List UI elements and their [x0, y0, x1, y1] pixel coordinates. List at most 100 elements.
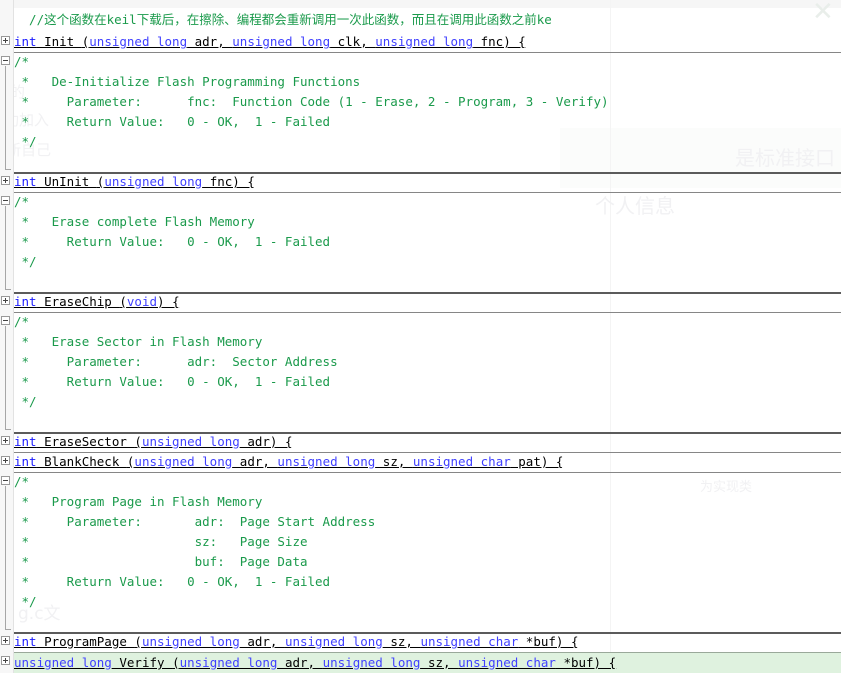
code-line-text: int UnInit (unsigned long fnc) { — [14, 174, 255, 189]
code-line-text: */ — [14, 594, 37, 609]
code-line-text: //这个函数在keil下载后，在擦除、编程都会重新调用一次此函数，而且在调用此函… — [14, 12, 552, 27]
code-token: Init — [36, 34, 82, 49]
code-line[interactable]: * Erase complete Flash Memory — [14, 212, 841, 232]
code-line[interactable]: * Return Value: 0 - OK, 1 - Failed — [14, 232, 841, 252]
code-line-text: */ — [14, 134, 37, 149]
code-token: * Erase Sector in Flash Memory — [14, 334, 263, 349]
code-token: pat) { — [510, 454, 564, 469]
code-line-text: * Return Value: 0 - OK, 1 - Failed — [14, 574, 331, 589]
code-token: UnInit — [36, 174, 97, 189]
code-token: * Return Value: 0 - OK, 1 - Failed — [14, 114, 331, 129]
code-token: unsigned long — [322, 655, 421, 670]
code-line[interactable]: */ — [14, 132, 841, 152]
fold-toggle-comment-2[interactable] — [1, 196, 10, 205]
code-line[interactable]: int BlankCheck (unsigned long adr, unsig… — [14, 452, 841, 473]
code-token: int — [14, 454, 37, 469]
code-token: * sz: Page Size — [14, 534, 308, 549]
code-line-text: * Program Page in Flash Memory — [14, 494, 263, 509]
code-line[interactable] — [14, 412, 841, 434]
code-token: clk, — [330, 34, 376, 49]
code-line-text: * Erase Sector in Flash Memory — [14, 334, 263, 349]
code-line-text: * buf: Page Data — [14, 554, 308, 569]
code-line[interactable]: * Erase Sector in Flash Memory — [14, 332, 841, 352]
code-token: adr, — [232, 454, 278, 469]
code-line[interactable]: */ — [14, 392, 841, 412]
code-token: * Erase complete Flash Memory — [14, 214, 255, 229]
code-token: unsigned char — [458, 655, 556, 670]
code-token: ) { — [157, 294, 180, 309]
fold-toggle-comment-4[interactable] — [1, 476, 10, 485]
fold-toggle-blankcheck[interactable] — [1, 456, 10, 465]
code-line[interactable]: int EraseChip (void) { — [14, 292, 841, 313]
code-line[interactable]: * Parameter: adr: Sector Address — [14, 352, 841, 372]
code-line-text: int BlankCheck (unsigned long adr, unsig… — [14, 454, 563, 469]
code-token: ( — [134, 434, 142, 449]
code-line[interactable]: /* — [14, 472, 841, 492]
folding-gutter[interactable] — [0, 0, 14, 673]
code-line-text: /* — [14, 194, 29, 209]
code-token: sz, — [375, 454, 413, 469]
fold-bracket-0 — [5, 66, 11, 170]
code-token: * Return Value: 0 - OK, 1 - Failed — [14, 374, 331, 389]
code-line[interactable]: */ — [14, 252, 841, 272]
code-line[interactable]: int ProgramPage (unsigned long adr, unsi… — [14, 632, 841, 653]
code-line[interactable] — [14, 152, 841, 174]
fold-toggle-comment-1[interactable] — [1, 56, 10, 65]
code-line[interactable]: /* — [14, 52, 841, 72]
code-token: * Program Page in Flash Memory — [14, 494, 263, 509]
fold-toggle-init[interactable] — [1, 36, 10, 45]
code-editor-window[interactable]: ✕ 是标准接口 个人信息 g.c文 为实现类的功加入 新自己 //这个函数在keil下载… — [0, 0, 841, 673]
code-token: EraseChip — [36, 294, 120, 309]
code-token: unsigned char — [420, 634, 519, 649]
code-line[interactable]: * buf: Page Data — [14, 552, 841, 572]
code-line-text: * Return Value: 0 - OK, 1 - Failed — [14, 374, 331, 389]
fold-toggle-programpage[interactable] — [1, 636, 10, 645]
code-token: * buf: Page Data — [14, 554, 308, 569]
code-line[interactable]: int EraseSector (unsigned long adr) { — [14, 432, 841, 453]
code-token: int — [14, 174, 37, 189]
code-token: ProgramPage — [36, 634, 135, 649]
code-token: /* — [14, 474, 30, 489]
code-line[interactable]: * Return Value: 0 - OK, 1 - Failed — [14, 572, 841, 592]
code-line[interactable]: /* — [14, 192, 841, 212]
code-line[interactable]: int Init (unsigned long adr, unsigned lo… — [14, 32, 841, 53]
code-line[interactable]: * Parameter: adr: Page Start Address — [14, 512, 841, 532]
code-token: EraseSector — [36, 434, 135, 449]
code-line[interactable]: * Return Value: 0 - OK, 1 - Failed — [14, 112, 841, 132]
code-token: unsigned long — [284, 634, 383, 649]
code-line[interactable] — [14, 612, 841, 634]
code-line[interactable]: */ — [14, 592, 841, 612]
code-line[interactable] — [14, 272, 841, 294]
code-line[interactable]: unsigned long Verify (unsigned long adr,… — [14, 652, 841, 673]
code-line[interactable]: int UnInit (unsigned long fnc) { — [14, 172, 841, 193]
ghost-band-top — [0, 0, 841, 8]
code-token: *buf) { — [518, 634, 579, 649]
code-line[interactable]: //这个函数在keil下载后，在擦除、编程都会重新调用一次此函数，而且在调用此函… — [14, 10, 841, 30]
code-token: unsigned long — [14, 655, 112, 670]
code-token: /* — [14, 54, 30, 69]
code-line-text: int EraseChip (void) { — [14, 294, 180, 309]
code-line[interactable]: * Program Page in Flash Memory — [14, 492, 841, 512]
code-token: int — [14, 634, 37, 649]
fold-toggle-erasesector[interactable] — [1, 436, 10, 445]
fold-toggle-verify[interactable] — [1, 656, 10, 665]
code-token: ( — [119, 294, 127, 309]
code-line[interactable]: * Parameter: fnc: Function Code (1 - Era… — [14, 92, 841, 112]
code-line[interactable]: * Return Value: 0 - OK, 1 - Failed — [14, 372, 841, 392]
code-token: ( — [172, 655, 180, 670]
code-token: */ — [14, 594, 37, 609]
code-line[interactable]: /* — [14, 312, 841, 332]
code-token: sz, — [382, 634, 421, 649]
code-line[interactable]: * sz: Page Size — [14, 532, 841, 552]
code-token: unsigned long — [141, 634, 240, 649]
fold-toggle-uninit[interactable] — [1, 176, 10, 185]
code-token: unsigned long — [375, 34, 474, 49]
code-token: * Return Value: 0 - OK, 1 - Failed — [14, 234, 331, 249]
fold-toggle-erasechip[interactable] — [1, 296, 10, 305]
code-token: BlankCheck — [36, 454, 127, 469]
code-line[interactable]: * De-Initialize Flash Programming Functi… — [14, 72, 841, 92]
fold-toggle-comment-3[interactable] — [1, 316, 10, 325]
code-token: unsigned long — [141, 434, 240, 449]
code-line-text: * Parameter: adr: Page Start Address — [14, 514, 376, 529]
code-line-text: /* — [14, 54, 29, 69]
